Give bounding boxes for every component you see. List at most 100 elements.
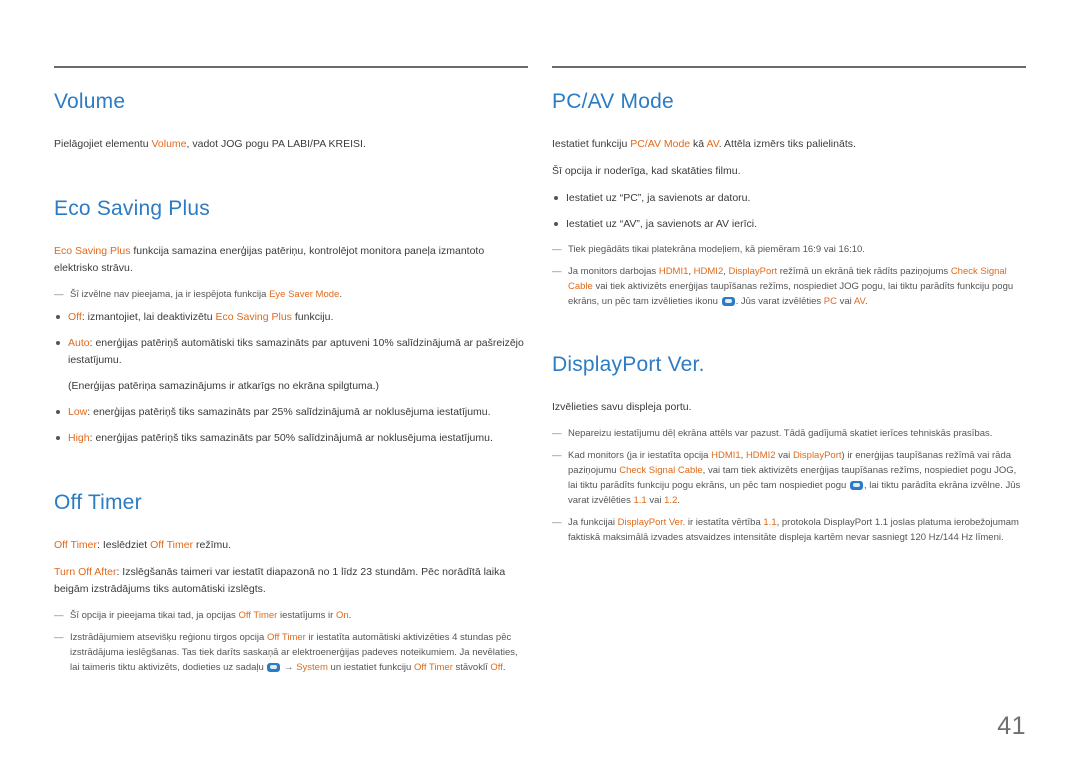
off-timer-note-1-post: .	[348, 610, 352, 621]
left-column: Volume Pielāgojiet elementu Volume, vado…	[54, 66, 528, 682]
off-timer-note-2-mid2: un iestatiet funkciju	[327, 662, 414, 673]
jog-button-icon	[849, 480, 863, 490]
displayport-paragraph-1: Izvēlieties savu displeja portu.	[552, 401, 692, 413]
pc-av-mode-term: PC/AV Mode	[630, 138, 691, 150]
right-column: PC/AV Mode Iestatiet funkciju PC/AV Mode…	[552, 66, 1026, 552]
eco-saving-plus-note-1: Šī izvēlne nav pieejama, ja ir iespējota…	[54, 287, 528, 302]
list-item-pc: Iestatiet uz “PC”, ja savienots ar dator…	[552, 190, 1026, 207]
version-1-1-term: 1.1	[633, 495, 647, 506]
right-column-rule	[552, 66, 1026, 68]
page-number: 41	[997, 712, 1026, 740]
hdmi2-term: HDMI2	[693, 266, 724, 277]
low-term: Low	[68, 406, 88, 418]
pc-av-mode-paragraph-1: Iestatiet funkciju PC/AV Mode kā AV. Att…	[552, 136, 1026, 153]
high-post: : enerģijas patēriņš tiks samazināts par…	[89, 432, 493, 444]
list-item-av: Iestatiet uz “AV”, ja savienots ar AV ie…	[552, 216, 1026, 233]
displayport-note-1: Nepareizu iestatījumu dēļ ekrāna attēls …	[552, 426, 1026, 441]
off-timer-note-2-pre: Izstrādājumiem atsevišķu reģionu tirgos …	[70, 632, 267, 643]
low-post: : enerģijas patēriņš tiks samazināts par…	[87, 406, 491, 418]
off-timer-term: Off Timer	[54, 539, 97, 551]
volume-paragraph-post: , vadot JOG pogu PA LABI/PA KREISI.	[186, 138, 366, 150]
eco-saving-plus-paragraph: Eco Saving Plus funkcija samazina enerģi…	[54, 243, 528, 277]
pc-term: PC	[823, 296, 837, 307]
left-column-rule	[54, 66, 528, 68]
eco-saving-plus-options: Off: izmantojiet, lai deaktivizētu Eco S…	[54, 309, 528, 447]
pc-av-mid: kā	[690, 138, 707, 150]
jog-button-icon	[721, 296, 735, 306]
off-timer-note-1-term: Off Timer	[238, 610, 278, 621]
pcav-note2-pre: Ja monitors darbojas	[568, 266, 659, 277]
pcav-note2-tail-pre: . Jūs varat izvēlēties	[735, 296, 824, 307]
hdmi1-term: HDMI1	[658, 266, 689, 277]
off-timer-note-2-end: .	[502, 662, 506, 673]
heading-displayport-ver: DisplayPort Ver.	[552, 353, 705, 376]
off-timer-note-2-arrow: →	[281, 662, 297, 673]
version-1-1-term-2: 1.1	[763, 517, 777, 528]
auto-sub-text: (Enerģijas patēriņa samazinājums ir atka…	[68, 380, 380, 392]
document-page: Volume Pielāgojiet elementu Volume, vado…	[0, 0, 1080, 763]
list-item-auto-sub: (Enerģijas patēriņa samazinājums ir atka…	[54, 378, 528, 395]
heading-pc-av-mode: PC/AV Mode	[552, 90, 674, 113]
system-term: System	[296, 662, 328, 673]
jog-button-icon	[267, 662, 281, 672]
eco-note-1-pre: Šī izvēlne nav pieejama, ja ir iespējota…	[70, 289, 270, 300]
dp-note2-tail-mid: vai	[646, 495, 665, 506]
off-timer-paragraph-2: Turn Off After: Izslēgšanās taimeri var …	[54, 564, 528, 598]
off-timer-term-2: Off Timer	[150, 539, 194, 551]
turn-off-after-term: Turn Off After	[54, 566, 117, 578]
av-term-2: AV	[853, 296, 865, 307]
off-mid: : izmantojiet, lai deaktivizētu	[81, 311, 216, 323]
dp-note2-tail-end: .	[677, 495, 680, 506]
displayport-note-2: Kad monitors (ja ir iestatīta opcija HDM…	[552, 448, 1026, 508]
dp-note3-mid: ir iestatīta vērtība	[685, 517, 764, 528]
auto-term: Auto	[68, 337, 90, 349]
auto-post: : enerģijas patēriņš automātiski tiks sa…	[68, 337, 524, 366]
off-timer-mid: : Ieslēdziet	[96, 539, 151, 551]
off-timer-note-2-mid3: stāvoklī	[452, 662, 491, 673]
displayport-ver-term: DisplayPort Ver.	[617, 517, 686, 528]
check-signal-cable-term-2: Check Signal Cable	[619, 465, 703, 476]
off-timer-post: režīmu.	[193, 539, 232, 551]
displayport-term-2: DisplayPort	[792, 450, 842, 461]
off-timer-paragraph-1: Off Timer: Ieslēdziet Off Timer režīmu.	[54, 537, 528, 554]
list-item-high: High: enerģijas patēriņš tiks samazināts…	[54, 430, 528, 447]
off-term-2: Eco Saving Plus	[215, 311, 292, 323]
dp-note2-pre: Kad monitors (ja ir iestatīta opcija	[568, 450, 712, 461]
pc-av-mode-paragraph-2: Šī opcija ir noderīga, kad skatāties fil…	[552, 165, 741, 177]
pc-av-pre: Iestatiet funkciju	[552, 138, 631, 150]
off-timer-note-1-pre: Šī opcija ir pieejama tikai tad, ja opci…	[70, 610, 239, 621]
off-timer-term-3: Off Timer	[413, 662, 453, 673]
pcav-note2-tail-mid: vai	[836, 296, 854, 307]
volume-paragraph: Pielāgojiet elementu Volume, vadot JOG p…	[54, 136, 528, 153]
eco-note-1-post: .	[339, 289, 342, 300]
volume-paragraph-pre: Pielāgojiet elementu	[54, 138, 152, 150]
displayport-note-3: Ja funkcijai DisplayPort Ver. ir iestatī…	[552, 515, 1026, 545]
eco-saving-plus-term: Eco Saving Plus	[54, 245, 131, 257]
hdmi1-term-2: HDMI1	[711, 450, 741, 461]
pcav-note2-tail-end: .	[865, 296, 868, 307]
off-timer-note-2-term: Off Timer	[266, 632, 306, 643]
pc-av-mode-options: Iestatiet uz “PC”, ja savienots ar dator…	[552, 190, 1026, 233]
list-item-off: Off: izmantojiet, lai deaktivizētu Eco S…	[54, 309, 528, 326]
av-term: AV	[706, 138, 719, 150]
volume-term: Volume	[151, 138, 187, 150]
off-timer-note-1: Šī opcija ir pieejama tikai tad, ja opci…	[54, 608, 528, 623]
turn-off-after-post: : Izslēgšanās taimeri var iestatīt diapa…	[54, 566, 506, 595]
off-post: funkciju.	[291, 311, 334, 323]
pc-av-mode-note-2: Ja monitors darbojas HDMI1, HDMI2, Displ…	[552, 264, 1026, 309]
off-timer-note-2: Izstrādājumiem atsevišķu reģionu tirgos …	[54, 630, 528, 675]
heading-volume: Volume	[54, 90, 126, 113]
displayport-term: DisplayPort	[728, 266, 778, 277]
list-item-low: Low: enerģijas patēriņš tiks samazināts …	[54, 404, 528, 421]
dp-note2-mid1: vai	[775, 450, 793, 461]
off-timer-note-1-mid: iestatījums ir	[277, 610, 336, 621]
pcav-note2-mid: režīmā un ekrānā tiek rādīts paziņojums	[777, 266, 951, 277]
eye-saver-mode-term: Eye Saver Mode	[269, 289, 340, 300]
off-state-term: Off	[490, 662, 503, 673]
dp-note3-pre: Ja funkcijai	[568, 517, 618, 528]
off-term: Off	[68, 311, 82, 323]
on-term: On	[335, 610, 349, 621]
list-item-auto: Auto: enerģijas patēriņš automātiski tik…	[54, 335, 528, 369]
high-term: High	[68, 432, 90, 444]
pc-av-post: . Attēla izmērs tiks palielināts.	[718, 138, 856, 150]
